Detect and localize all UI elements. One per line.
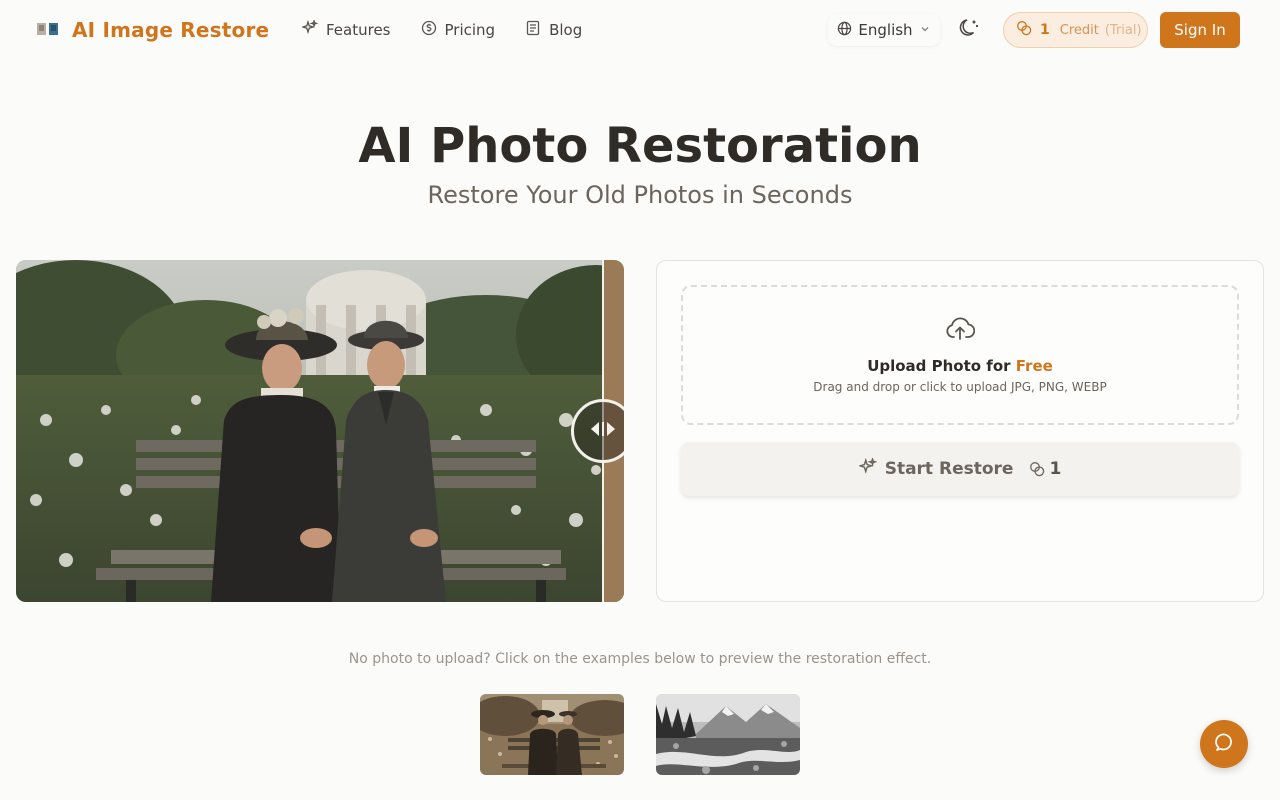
logo-photo-icon	[36, 18, 60, 42]
coins-icon	[1016, 20, 1032, 40]
sparkles-icon	[857, 456, 878, 481]
sign-in-button[interactable]: Sign In	[1160, 12, 1240, 48]
nav-blog[interactable]: Blog	[525, 20, 582, 40]
upload-dropzone[interactable]: Upload Photo for Free Drag and drop or c…	[681, 285, 1239, 425]
sparkles-icon	[300, 18, 326, 40]
upload-title-prefix: Upload Photo for	[867, 357, 1016, 375]
chat-bubble-icon	[1214, 732, 1234, 756]
main-nav: Features Pricing Blog	[300, 18, 612, 42]
nav-features[interactable]: Features	[300, 18, 391, 40]
coin-icon	[421, 20, 445, 40]
page-subtitle: Restore Your Old Photos in Seconds	[427, 181, 853, 209]
start-restore-label: Start Restore	[884, 459, 1014, 479]
nav-pricing[interactable]: Pricing	[421, 20, 496, 40]
chat-support-button[interactable]	[1200, 720, 1248, 768]
start-restore-button[interactable]: Start Restore 1	[681, 442, 1239, 496]
example-thumbnail-landscape[interactable]	[656, 694, 800, 775]
cloud-upload-icon	[945, 315, 976, 347]
document-icon	[525, 20, 549, 40]
theme-toggle-button[interactable]	[956, 17, 982, 43]
arrows-left-right-icon	[588, 419, 618, 443]
credit-badge[interactable]: 1 Credit (Trial)	[1003, 12, 1148, 48]
page-title: AI Photo Restoration	[358, 118, 922, 174]
moon-icon	[958, 17, 980, 43]
nav-pricing-label: Pricing	[444, 21, 496, 39]
restore-cost: 1	[1049, 459, 1062, 479]
before-after-comparison[interactable]	[16, 260, 624, 602]
examples-hint: No photo to upload? Click on the example…	[348, 651, 932, 667]
restored-photo-image	[16, 260, 624, 602]
upload-title-free: Free	[1015, 357, 1053, 375]
upload-hint: Drag and drop or click to upload JPG, PN…	[813, 380, 1107, 394]
upload-panel: Upload Photo for Free Drag and drop or c…	[656, 260, 1264, 602]
top-header: AI Image Restore Features Pricing Blog E…	[0, 0, 1280, 60]
nav-features-label: Features	[326, 21, 391, 39]
credit-trial-label: (Trial)	[1104, 22, 1142, 38]
coins-icon	[1029, 461, 1045, 477]
chevron-down-icon	[913, 21, 937, 39]
vintage-couple-example-image	[480, 694, 624, 775]
nav-blog-label: Blog	[549, 21, 583, 39]
upload-title: Upload Photo for Free	[683, 357, 1237, 375]
language-selector[interactable]: English	[828, 14, 940, 46]
language-label: English	[858, 21, 913, 39]
credit-label: Credit	[1059, 22, 1099, 38]
mountain-landscape-example-image	[656, 694, 800, 775]
globe-icon	[831, 21, 858, 40]
credit-count: 1	[1040, 22, 1050, 38]
app-logo[interactable]: AI Image Restore	[36, 18, 269, 42]
app-name: AI Image Restore	[72, 18, 270, 42]
example-thumbnail-couple[interactable]	[480, 694, 624, 775]
